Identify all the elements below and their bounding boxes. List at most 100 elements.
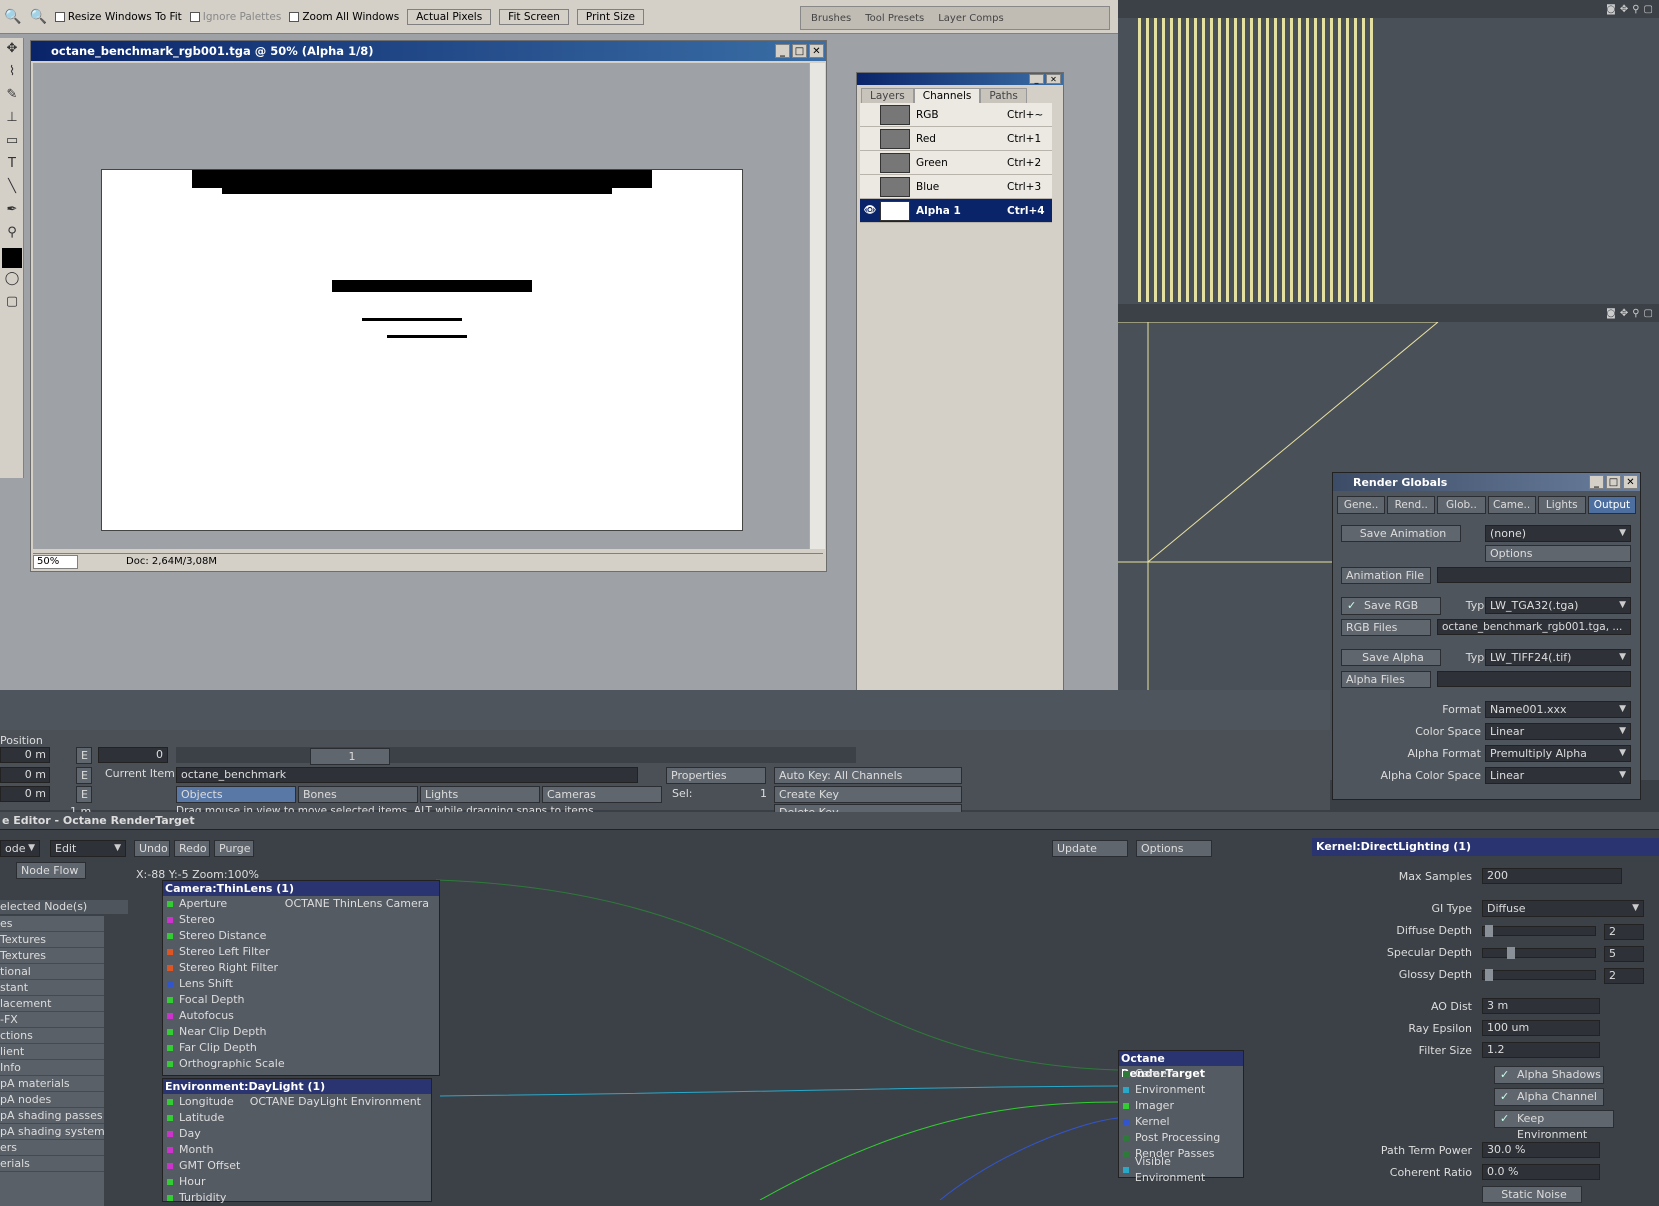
ignore-palettes-checkbox[interactable]: Ignore Palettes [189,11,281,23]
line-tool-icon[interactable]: ╲ [2,179,22,199]
color-space-select[interactable]: Linear [1485,723,1631,740]
zoom-all-checkbox[interactable]: Zoom All Windows [289,11,399,23]
tab-camera[interactable]: Came.. [1487,496,1536,514]
create-key-button[interactable]: Create Key [774,786,962,803]
camera-icon[interactable]: ◙ [1606,4,1616,15]
zoom-icon[interactable]: ⚲ [1632,4,1639,15]
channel-row[interactable]: Green Ctrl+2 [860,151,1052,175]
palette-brushes[interactable]: Brushes [811,13,851,24]
maximize-icon[interactable]: □ [1606,475,1621,489]
rgb-type-select[interactable]: LW_TGA32(.tga) [1485,597,1631,614]
maximize-viewport-icon[interactable]: ▢ [1644,4,1653,15]
screenmode-icon[interactable]: ▢ [2,294,22,314]
close-icon[interactable]: ✕ [809,44,824,58]
auto-key-select[interactable]: Auto Key: All Channels [774,767,962,784]
diffuse-depth-field[interactable]: 2 [1604,924,1644,940]
ray-epsilon-field[interactable]: 100 um [1482,1020,1600,1036]
gi-type-select[interactable]: Diffuse [1482,900,1644,917]
quickmask-icon[interactable]: ◯ [2,271,22,291]
diffuse-depth-slider[interactable] [1482,925,1596,937]
tab-general[interactable]: Gene.. [1337,496,1386,514]
move-tool-icon[interactable]: ✥ [2,41,22,61]
path-term-field[interactable]: 30.0 % [1482,1142,1600,1158]
animation-file-button[interactable]: Animation File [1341,567,1431,584]
pin-longitude[interactable]: Longitude OCTANE DayLight Environment [163,1094,431,1110]
envelope-button[interactable]: E [76,747,92,764]
tab-render[interactable]: Rend.. [1387,496,1436,514]
pin-stereo[interactable]: Stereo [163,912,439,928]
brush-tool-icon[interactable]: ✎ [2,87,22,107]
alpha-type-select[interactable]: LW_TIFF24(.tif) [1485,649,1631,666]
pin-day[interactable]: Day [163,1126,431,1142]
zoom-in-icon[interactable]: 🔍 [4,9,21,25]
actual-pixels-button[interactable]: Actual Pixels [407,8,492,25]
move-icon[interactable]: ✥ [1620,308,1628,319]
tab-layers[interactable]: Layers [861,88,914,103]
rgb-files-field[interactable]: octane_benchmark_rgb001.tga, ... [1437,619,1631,635]
tab-channels[interactable]: Channels [913,88,981,103]
current-item-select[interactable]: octane_benchmark [176,767,638,783]
alpha-shadows-checkbox[interactable]: Alpha Shadows [1494,1066,1604,1084]
ao-dist-field[interactable]: 3 m [1482,998,1600,1014]
pin-latitude[interactable]: Latitude [163,1110,431,1126]
alpha-format-select[interactable]: Premultiply Alpha [1485,745,1631,762]
fit-screen-button[interactable]: Fit Screen [499,8,569,25]
pin-gmt-offset[interactable]: GMT Offset [163,1158,431,1174]
tab-paths[interactable]: Paths [980,88,1027,103]
pin-environment[interactable]: Environment [1119,1082,1243,1098]
properties-button[interactable]: Properties [666,767,766,784]
panel-close-icon[interactable]: ✕ [1046,74,1061,84]
zoom-field[interactable]: 50% [33,554,78,569]
frame-field[interactable]: 0 [98,747,168,763]
eyedropper-tool-icon[interactable]: ✒ [2,202,22,222]
alpha-image[interactable] [101,169,743,531]
position-z[interactable]: 0 m [0,786,50,802]
pin-aperture[interactable]: Aperture OCTANE ThinLens Camera [163,896,439,912]
palette-layer-comps[interactable]: Layer Comps [938,13,1003,24]
channel-row[interactable]: Red Ctrl+1 [860,127,1052,151]
pin-autofocus[interactable]: Autofocus [163,1008,439,1024]
tab-lights[interactable]: Lights [1537,496,1586,514]
channel-row-selected[interactable]: 👁 Alpha 1 Ctrl+4 [860,199,1052,223]
pin-turbidity[interactable]: Turbidity [163,1190,431,1206]
save-rgb-checkbox[interactable]: Save RGB [1341,597,1441,615]
specular-depth-slider[interactable] [1482,947,1596,959]
maximize-icon[interactable]: □ [792,44,807,58]
alpha-files-field[interactable] [1437,671,1631,687]
tab-output[interactable]: Output [1587,496,1637,514]
stamp-tool-icon[interactable]: ⊥ [2,110,22,130]
glossy-depth-slider[interactable] [1482,969,1596,981]
vertical-scrollbar[interactable] [809,63,825,549]
wireframe-view[interactable] [1138,18,1378,302]
timeline[interactable] [176,747,856,763]
pin-hour[interactable]: Hour [163,1174,431,1190]
pin-near-clip[interactable]: Near Clip Depth [163,1024,439,1040]
minimize-icon[interactable]: _ [775,44,790,58]
position-y[interactable]: 0 m [0,767,50,783]
cameras-button[interactable]: Cameras [542,786,662,803]
glossy-depth-field[interactable]: 2 [1604,968,1644,984]
pin-imager[interactable]: Imager [1119,1098,1243,1114]
eye-icon[interactable]: 👁 [860,205,880,216]
pin-post-processing[interactable]: Post Processing [1119,1130,1243,1146]
foreground-color-icon[interactable] [2,248,22,268]
pin-stereo-right-filter[interactable]: Stereo Right Filter [163,960,439,976]
frame-marker[interactable]: 1 [310,748,390,765]
animation-type-select[interactable]: (none) [1485,525,1631,542]
panel-minimize-icon[interactable]: _ [1029,74,1044,84]
zoom-out-icon[interactable]: 🔍 [29,9,46,25]
options-button[interactable]: Options [1485,545,1631,562]
text-tool-icon[interactable]: T [2,156,22,176]
pin-orthographic-scale[interactable]: Orthographic Scale [163,1056,439,1072]
tab-global[interactable]: Glob.. [1437,496,1486,514]
pin-far-clip[interactable]: Far Clip Depth [163,1040,439,1056]
lights-button[interactable]: Lights [420,786,540,803]
envelope-button[interactable]: E [76,767,92,784]
rgb-files-button[interactable]: RGB Files [1341,619,1431,636]
position-x[interactable]: 0 m [0,747,50,763]
max-samples-field[interactable]: 200 [1482,868,1622,884]
palette-tool-presets[interactable]: Tool Presets [865,13,924,24]
specular-depth-field[interactable]: 5 [1604,946,1644,962]
pin-month[interactable]: Month [163,1142,431,1158]
filter-size-field[interactable]: 1.2 [1482,1042,1600,1058]
